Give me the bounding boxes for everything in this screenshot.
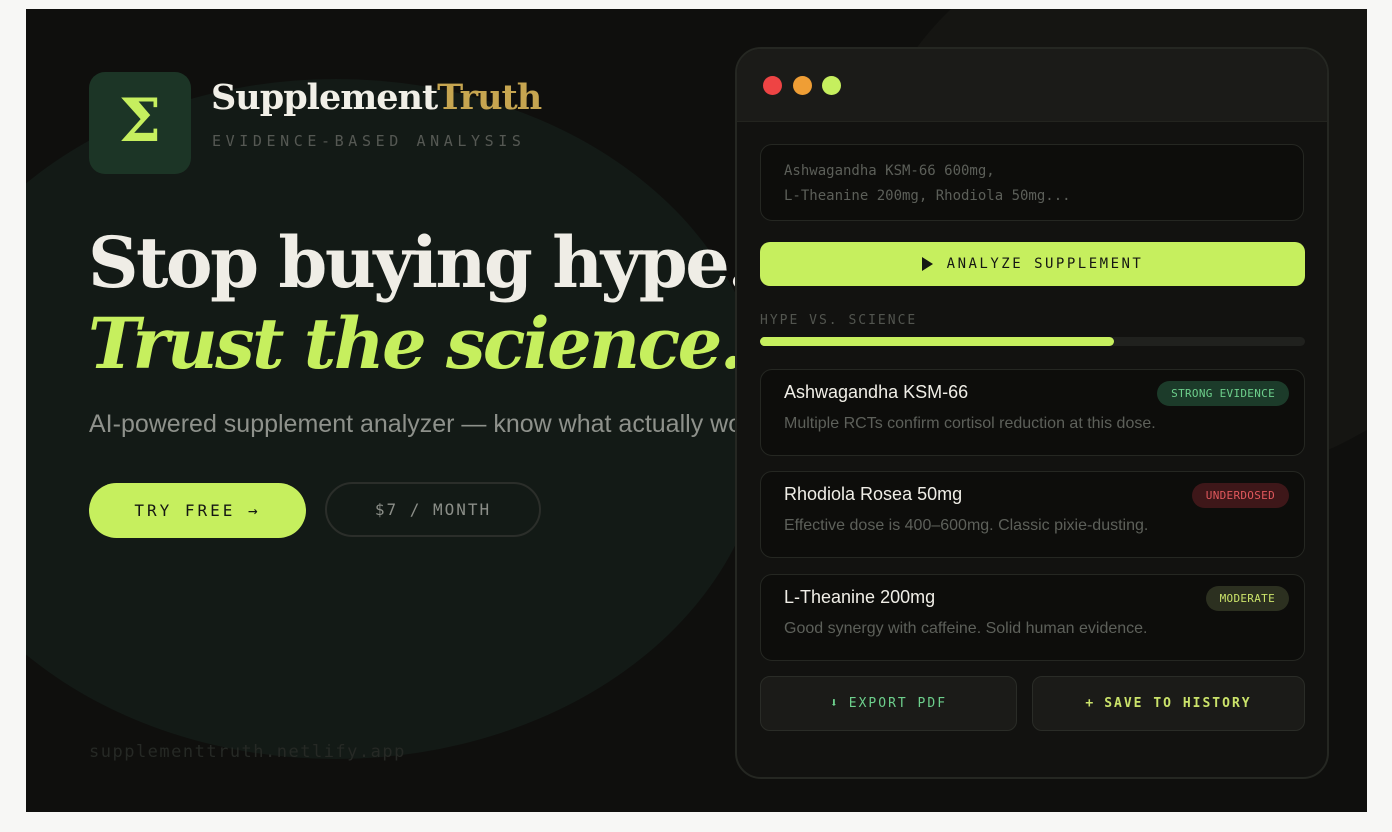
hype-meter-label: HYPE VS. SCIENCE [760, 313, 918, 328]
landing-canvas: Σ SupplementTruth EVIDENCE-BASED ANALYSI… [26, 9, 1367, 812]
footer-url: supplementtruth.netlify.app [89, 742, 406, 762]
result-name: L-Theanine 200mg [784, 587, 936, 607]
app-window: Ashwagandha KSM-66 600mg, L-Theanine 200… [735, 47, 1329, 779]
evidence-badge: UNDERDOSED [1191, 483, 1289, 508]
download-icon: ⬇ [829, 696, 840, 711]
result-card-ashwagandha[interactable]: Ashwagandha KSM-66 STRONG EVIDENCE Multi… [760, 369, 1305, 456]
result-description: Multiple RCTs confirm cortisol reduction… [784, 415, 1156, 432]
result-card-theanine[interactable]: L-Theanine 200mg MODERATE Good synergy w… [760, 574, 1305, 661]
try-free-button[interactable]: TRY FREE → [89, 483, 306, 538]
brand-name-part2: Truth [437, 77, 542, 118]
save-to-history-button[interactable]: + SAVE TO HISTORY [1032, 676, 1305, 731]
window-titlebar [737, 49, 1327, 122]
brand-name-part1: Supplement [211, 77, 438, 118]
play-icon [921, 257, 933, 271]
headline-secondary: Trust the science. [88, 302, 744, 385]
result-description: Good synergy with caffeine. Solid human … [784, 620, 1148, 637]
hype-meter-fill [760, 337, 1115, 346]
result-description: Effective dose is 400–600mg. Classic pix… [784, 517, 1149, 534]
evidence-badge: STRONG EVIDENCE [1157, 381, 1289, 406]
supplement-input-line1: Ashwagandha KSM-66 600mg, [784, 163, 995, 179]
brand-name: SupplementTruth [211, 77, 542, 118]
save-to-history-label: SAVE TO HISTORY [1104, 696, 1252, 711]
supplement-input-line2: L-Theanine 200mg, Rhodiola 50mg... [784, 188, 1071, 204]
logo: Σ [89, 72, 191, 174]
export-pdf-label: EXPORT PDF [848, 696, 948, 711]
brand-tagline: EVIDENCE-BASED ANALYSIS [212, 132, 526, 150]
supplement-input[interactable]: Ashwagandha KSM-66 600mg, L-Theanine 200… [760, 144, 1304, 221]
analyze-button-label: ANALYZE SUPPLEMENT [946, 256, 1144, 272]
pricing-button[interactable]: $7 / MONTH [325, 482, 541, 537]
evidence-badge: MODERATE [1205, 586, 1289, 611]
headline-primary: Stop buying hype. [88, 221, 752, 304]
minimize-dot-icon[interactable] [793, 76, 812, 95]
result-name: Ashwagandha KSM-66 [784, 382, 969, 402]
sigma-icon: Σ [118, 86, 162, 156]
subheadline: AI-powered supplement analyzer — know wh… [89, 410, 749, 438]
result-name: Rhodiola Rosea 50mg [784, 484, 963, 504]
analyze-button[interactable]: ANALYZE SUPPLEMENT [760, 242, 1305, 286]
close-dot-icon[interactable] [763, 76, 782, 95]
plus-icon: + [1085, 696, 1096, 711]
result-card-rhodiola[interactable]: Rhodiola Rosea 50mg UNDERDOSED Effective… [760, 471, 1305, 558]
maximize-dot-icon[interactable] [822, 76, 841, 95]
hype-meter-track [760, 337, 1305, 346]
export-pdf-button[interactable]: ⬇ EXPORT PDF [760, 676, 1017, 731]
